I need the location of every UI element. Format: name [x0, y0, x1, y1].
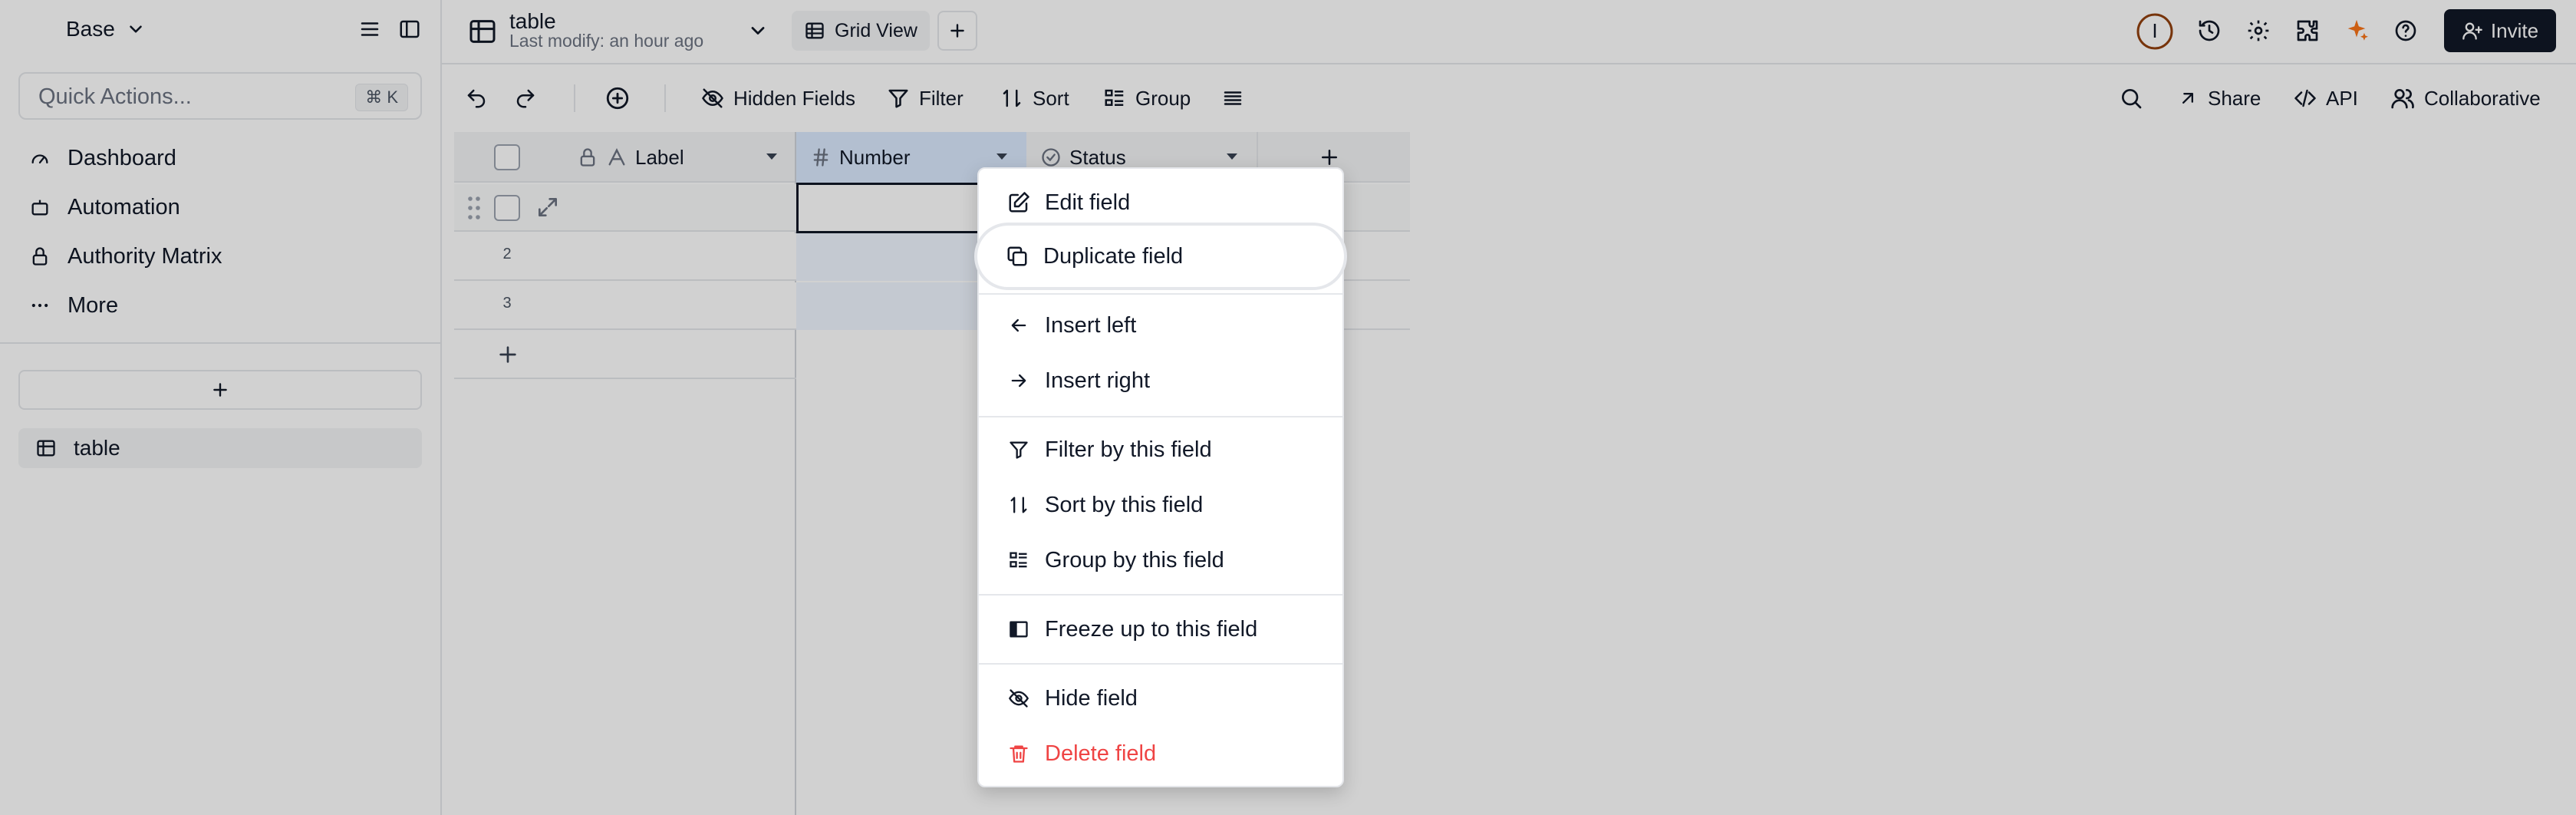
- menu-item-label: Hide field: [1045, 685, 1138, 711]
- arrow-left-icon: [1006, 313, 1031, 338]
- menu-item-freeze-up-to-field[interactable]: Freeze up to this field: [979, 605, 1342, 654]
- menu-item-filter-by-field[interactable]: Filter by this field: [979, 425, 1342, 474]
- menu-item-insert-left[interactable]: Insert left: [979, 301, 1342, 350]
- menu-item-label: Edit field: [1045, 190, 1131, 215]
- copy-icon: [1005, 244, 1029, 269]
- sort-icon: [1006, 493, 1031, 517]
- menu-item-label: Insert right: [1045, 368, 1150, 393]
- arrow-right-icon: [1006, 368, 1031, 393]
- menu-divider: [979, 293, 1342, 295]
- menu-item-sort-by-field[interactable]: Sort by this field: [979, 480, 1342, 530]
- menu-item-label: Duplicate field: [1043, 243, 1184, 269]
- menu-item-label: Sort by this field: [1045, 492, 1204, 517]
- menu-item-insert-right[interactable]: Insert right: [979, 356, 1342, 405]
- trash-icon: [1006, 741, 1031, 766]
- menu-divider: [979, 416, 1342, 417]
- menu-item-label: Freeze up to this field: [1045, 616, 1258, 642]
- freeze-icon: [1006, 617, 1031, 642]
- filter-icon: [1006, 437, 1031, 462]
- menu-item-label: Filter by this field: [1045, 437, 1212, 462]
- menu-item-label: Insert left: [1045, 312, 1137, 338]
- eye-off-icon: [1006, 686, 1031, 711]
- field-context-menu: Edit field Duplicate field Insert left I…: [977, 167, 1344, 787]
- edit-icon: [1006, 190, 1031, 215]
- menu-item-label: Group by this field: [1045, 547, 1224, 572]
- menu-item-group-by-field[interactable]: Group by this field: [979, 536, 1342, 585]
- group-icon: [1006, 548, 1031, 572]
- menu-item-hide-field[interactable]: Hide field: [979, 674, 1342, 723]
- menu-divider: [979, 594, 1342, 596]
- menu-divider: [979, 663, 1342, 665]
- menu-item-duplicate-field[interactable]: Duplicate field: [977, 226, 1344, 287]
- menu-item-label: Delete field: [1045, 741, 1157, 766]
- menu-item-edit-field[interactable]: Edit field: [979, 178, 1342, 227]
- menu-item-delete-field[interactable]: Delete field: [979, 729, 1342, 778]
